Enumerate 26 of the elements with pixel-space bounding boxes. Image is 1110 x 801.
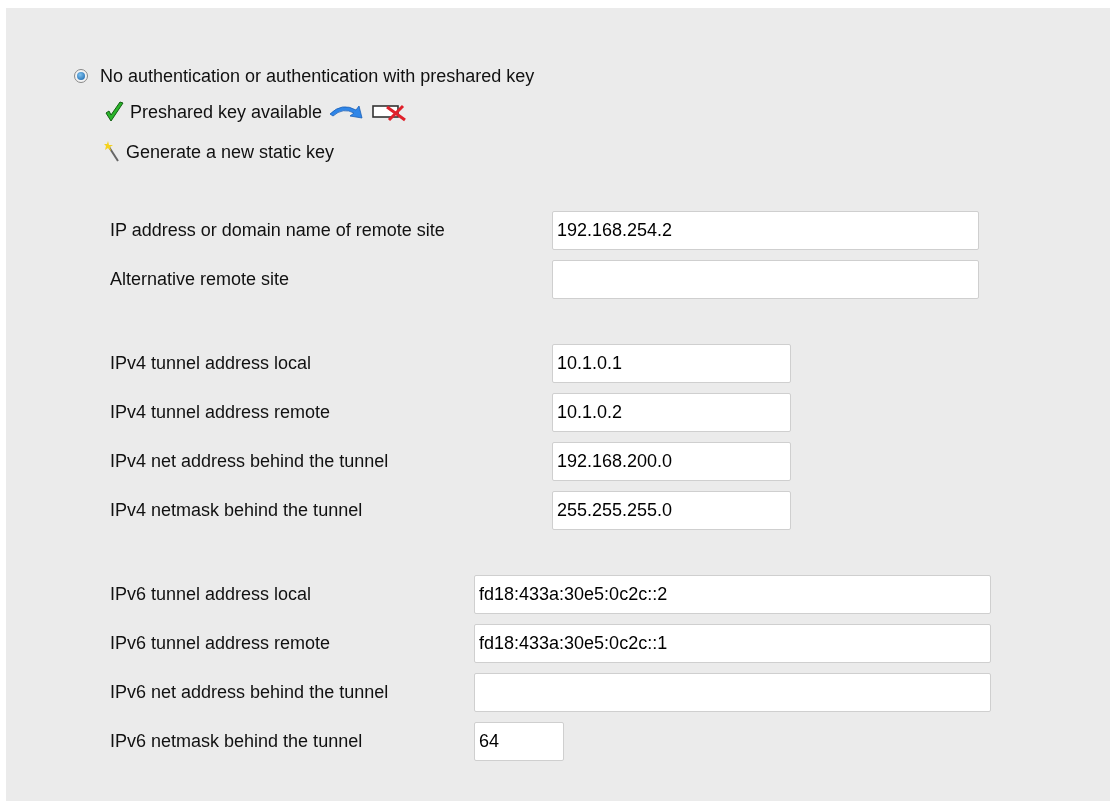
- field-label: IPv6 tunnel address local: [110, 584, 313, 605]
- magic-wand-icon: [104, 141, 120, 163]
- key-status-text: Preshared key available: [130, 101, 323, 123]
- text-field[interactable]: [552, 260, 979, 299]
- text-field[interactable]: 192.168.254.2: [552, 211, 979, 250]
- field-label: IPv6 netmask behind the tunnel: [110, 731, 364, 752]
- text-field[interactable]: 192.168.200.0: [552, 442, 791, 481]
- text-field[interactable]: 10.1.0.2: [552, 393, 791, 432]
- checkmark-icon: [104, 101, 124, 123]
- field-label: IP address or domain name of remote site: [110, 220, 446, 241]
- field-label: IPv6 net address behind the tunnel: [110, 682, 390, 703]
- text-field[interactable]: 10.1.0.1: [552, 344, 791, 383]
- text-field[interactable]: fd18:433a:30e5:0c2c::1: [474, 624, 991, 663]
- text-field[interactable]: 255.255.255.0: [552, 491, 791, 530]
- radio-button[interactable]: [74, 69, 88, 83]
- text-field[interactable]: [474, 673, 991, 712]
- field-label: IPv4 netmask behind the tunnel: [110, 500, 364, 521]
- field-label: IPv4 net address behind the tunnel: [110, 451, 390, 472]
- field-label: IPv6 tunnel address remote: [110, 633, 332, 654]
- field-label: IPv4 tunnel address remote: [110, 402, 332, 423]
- radio-label: No authentication or authentication with preshared key: [100, 65, 535, 87]
- field-label: IPv4 tunnel address local: [110, 353, 313, 374]
- text-field[interactable]: 64: [474, 722, 564, 761]
- field-label: Alternative remote site: [110, 269, 291, 290]
- generate-key-link[interactable]: Generate a new static key: [126, 141, 335, 163]
- text-field[interactable]: fd18:433a:30e5:0c2c::2: [474, 575, 991, 614]
